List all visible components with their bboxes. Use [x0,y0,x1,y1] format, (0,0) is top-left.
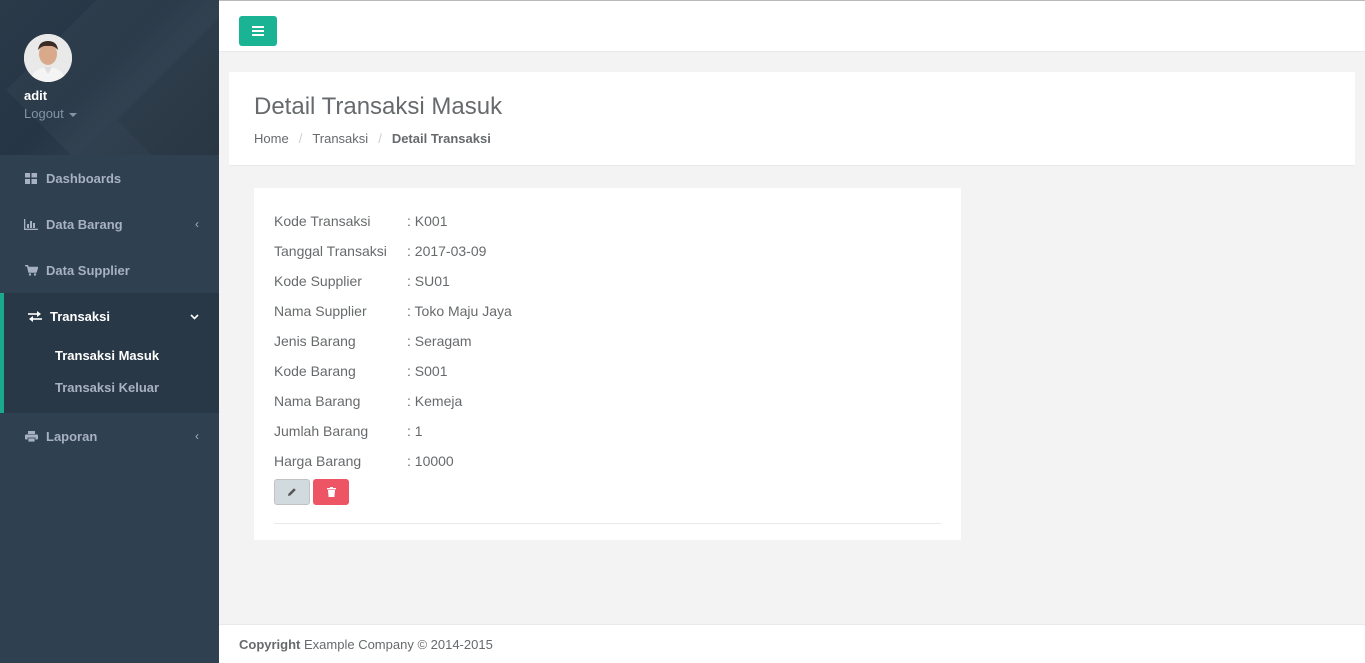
detail-label: Tanggal Transaksi [274,243,387,259]
nav-item-dashboards[interactable]: Dashboards [0,155,219,201]
cart-icon [24,264,38,276]
top-navbar [219,0,1365,52]
detail-row: Kode Transaksi : K001 [274,206,941,236]
avatar[interactable] [24,34,72,82]
dashboard-icon [24,172,38,184]
sidebar-item-transaksi-keluar[interactable]: Transaksi Keluar [4,371,219,403]
detail-label: Jumlah Barang [274,423,369,439]
menu-toggle-button[interactable] [239,16,277,46]
footer: Copyright Example Company © 2014-2015 [219,624,1365,663]
trash-icon [326,485,336,500]
detail-label: Kode Transaksi [274,213,371,229]
pencil-icon [287,485,297,500]
detail-row: Tanggal Transaksi : 2017-03-09 [274,236,941,266]
logout-label: Logout [24,106,64,121]
detail-value: : Toko Maju Jaya [407,303,512,319]
breadcrumb: Home / Transaksi / Detail Transaksi [254,131,1330,146]
breadcrumb-transaksi[interactable]: Transaksi [312,131,368,146]
footer-company-text: Example Company © 2014-2015 [300,637,493,652]
nav-label-transaksi: Transaksi [50,308,110,324]
chevron-down-icon [190,309,199,323]
print-icon [24,430,38,442]
chevron-left-icon: ‹ [195,429,199,443]
detail-label: Nama Supplier [274,303,367,319]
nav-label-laporan: Laporan [46,428,98,444]
breadcrumb-current: Detail Transaksi [391,131,491,146]
nav-label-data-barang: Data Barang [46,216,123,232]
detail-value: : 1 [407,423,423,439]
detail-label: Harga Barang [274,453,362,469]
detail-row: Nama Supplier : Toko Maju Jaya [274,296,941,326]
profile-name: adit [24,88,48,103]
detail-row: Jenis Barang : Seragam [274,326,941,356]
detail-label: Jenis Barang [274,333,356,349]
chevron-left-icon: ‹ [195,217,199,231]
detail-value: : Kemeja [407,393,463,409]
detail-value: : 10000 [407,453,454,469]
nav-item-laporan[interactable]: Laporan ‹ [0,413,219,459]
nav-item-data-supplier[interactable]: Data Supplier [0,247,219,293]
footer-copyright-label: Copyright [239,637,301,652]
breadcrumb-home[interactable]: Home [254,131,289,146]
hamburger-icon [252,26,264,36]
nav-label-data-supplier: Data Supplier [46,262,130,278]
nav-item-data-barang[interactable]: Data Barang ‹ [0,201,219,247]
breadcrumb-separator: / [378,131,382,146]
detail-value: : Seragam [407,333,472,349]
detail-row: Nama Barang : Kemeja [274,386,941,416]
logout-dropdown[interactable]: Logout [24,106,77,121]
caret-down-icon [68,112,77,117]
delete-button[interactable] [313,479,349,505]
nav-group-transaksi: Transaksi Transaksi Masuk Transaksi Kelu… [0,293,219,413]
page-title: Detail Transaksi Masuk [254,93,503,120]
profile-panel: adit Logout [0,0,219,155]
detail-value: : S001 [407,363,448,379]
nav-item-transaksi[interactable]: Transaksi [4,293,219,339]
detail-value: : SU01 [407,273,450,289]
detail-label: Kode Barang [274,363,356,379]
detail-row: Kode Supplier : SU01 [274,266,941,296]
detail-value: : 2017-03-09 [407,243,487,259]
divider [274,523,941,524]
nav-label-dashboards: Dashboards [46,170,122,186]
detail-row: Kode Barang : S001 [274,356,941,386]
transaksi-submenu: Transaksi Masuk Transaksi Keluar [4,339,219,413]
sidebar-item-transaksi-masuk[interactable]: Transaksi Masuk [4,339,219,371]
breadcrumb-separator: / [298,131,303,146]
page-heading: Detail Transaksi Masuk Home / Transaksi … [229,72,1355,166]
detail-value: : K001 [407,213,448,229]
sidebar: adit Logout Dashboards Data Barang ‹ Dat… [0,0,219,663]
detail-row: Jumlah Barang : 1 [274,416,941,446]
transaction-detail-card: Kode Transaksi : K001 Tanggal Transaksi : … [254,188,961,540]
detail-actions [274,479,941,505]
edit-button[interactable] [274,479,310,505]
detail-label: Kode Supplier [274,273,362,289]
detail-label: Nama Barang [274,393,361,409]
detail-row: Harga Barang : 10000 [274,446,941,476]
bar-chart-icon [24,218,38,230]
exchange-icon [28,310,42,322]
